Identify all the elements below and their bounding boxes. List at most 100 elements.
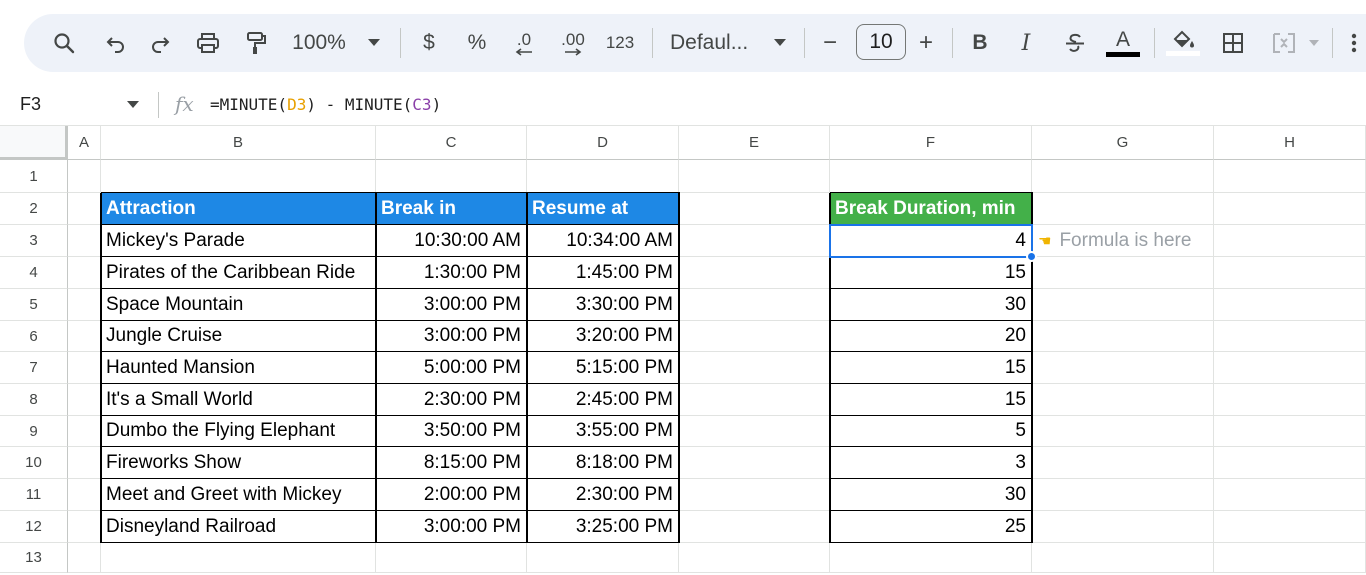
empty-cell[interactable]: [68, 193, 101, 225]
column-header-e[interactable]: E: [679, 126, 830, 160]
empty-cell[interactable]: [830, 160, 1032, 193]
empty-cell[interactable]: [1032, 384, 1214, 416]
decrease-decimal-button[interactable]: .0: [506, 14, 542, 72]
attraction-cell[interactable]: Space Mountain: [101, 289, 376, 321]
empty-cell[interactable]: [1032, 289, 1214, 321]
empty-cell[interactable]: [527, 160, 679, 193]
select-all-corner[interactable]: [0, 126, 68, 160]
zoom-select[interactable]: 100%: [286, 14, 352, 72]
resume-at-cell[interactable]: 1:45:00 PM: [527, 257, 679, 289]
text-color-button[interactable]: A: [1106, 14, 1140, 72]
attraction-cell[interactable]: Jungle Cruise: [101, 321, 376, 352]
empty-cell[interactable]: [1214, 160, 1366, 193]
empty-cell[interactable]: [1214, 543, 1366, 573]
empty-cell[interactable]: [1214, 289, 1366, 321]
increase-decimal-button[interactable]: .00: [554, 14, 592, 72]
column-header-b[interactable]: B: [101, 126, 376, 160]
merge-cells-icon[interactable]: [1266, 14, 1302, 72]
row-header-12[interactable]: 12: [0, 511, 68, 543]
empty-cell[interactable]: [679, 225, 830, 257]
empty-cell[interactable]: [679, 384, 830, 416]
empty-cell[interactable]: [68, 384, 101, 416]
empty-cell[interactable]: [1032, 479, 1214, 511]
duration-cell[interactable]: 15: [830, 257, 1032, 289]
empty-cell[interactable]: [679, 352, 830, 384]
empty-cell[interactable]: [1214, 511, 1366, 543]
row-header-5[interactable]: 5: [0, 289, 68, 321]
search-menus-icon[interactable]: [46, 14, 82, 72]
empty-cell[interactable]: [679, 447, 830, 479]
column-header-a[interactable]: A: [68, 126, 101, 160]
empty-cell[interactable]: [679, 511, 830, 543]
empty-cell[interactable]: [1214, 225, 1366, 257]
print-icon[interactable]: [190, 14, 226, 72]
resume-at-cell[interactable]: 3:55:00 PM: [527, 416, 679, 447]
empty-cell[interactable]: [1214, 193, 1366, 225]
redo-icon[interactable]: [142, 14, 178, 72]
font-size-input[interactable]: 10: [856, 24, 906, 60]
row-header-3[interactable]: 3: [0, 225, 68, 257]
column-header-c[interactable]: C: [376, 126, 527, 160]
empty-cell[interactable]: [1214, 447, 1366, 479]
empty-cell[interactable]: [1214, 321, 1366, 352]
fill-handle[interactable]: [1026, 251, 1037, 262]
empty-cell[interactable]: [1032, 511, 1214, 543]
break-in-cell[interactable]: 1:30:00 PM: [376, 257, 527, 289]
row-header-6[interactable]: 6: [0, 321, 68, 352]
resume-at-cell[interactable]: 2:30:00 PM: [527, 479, 679, 511]
empty-cell[interactable]: [679, 479, 830, 511]
empty-cell[interactable]: [68, 321, 101, 352]
column-header-g[interactable]: G: [1032, 126, 1214, 160]
column-header-d[interactable]: D: [527, 126, 679, 160]
empty-cell[interactable]: [679, 321, 830, 352]
font-dropdown-icon[interactable]: [770, 14, 790, 72]
more-options-icon[interactable]: [1346, 14, 1362, 72]
break-in-cell[interactable]: 3:00:00 PM: [376, 289, 527, 321]
bold-button[interactable]: B: [968, 14, 992, 72]
empty-cell[interactable]: [1032, 447, 1214, 479]
duration-cell[interactable]: 30: [830, 289, 1032, 321]
borders-icon[interactable]: [1216, 14, 1250, 72]
formula-input[interactable]: =MINUTE(D3) - MINUTE(C3): [210, 95, 441, 114]
empty-cell[interactable]: [679, 416, 830, 447]
resume-at-cell[interactable]: 5:15:00 PM: [527, 352, 679, 384]
empty-cell[interactable]: [1032, 160, 1214, 193]
resume-at-cell[interactable]: 2:45:00 PM: [527, 384, 679, 416]
attraction-cell[interactable]: Haunted Mansion: [101, 352, 376, 384]
empty-cell[interactable]: [1032, 416, 1214, 447]
header-break-duration[interactable]: Break Duration, min: [830, 193, 1032, 225]
row-header-10[interactable]: 10: [0, 447, 68, 479]
resume-at-cell[interactable]: 10:34:00 AM: [527, 225, 679, 257]
empty-cell[interactable]: [679, 193, 830, 225]
row-header-1[interactable]: 1: [0, 160, 68, 193]
empty-cell[interactable]: [68, 352, 101, 384]
empty-cell[interactable]: [679, 289, 830, 321]
break-in-cell[interactable]: 3:50:00 PM: [376, 416, 527, 447]
column-header-h[interactable]: H: [1214, 126, 1366, 160]
name-box-dropdown-icon[interactable]: [127, 101, 139, 108]
resume-at-cell[interactable]: 3:25:00 PM: [527, 511, 679, 543]
empty-cell[interactable]: [101, 160, 376, 193]
empty-cell[interactable]: [68, 479, 101, 511]
empty-cell[interactable]: [1214, 384, 1366, 416]
empty-cell[interactable]: [830, 543, 1032, 573]
empty-cell[interactable]: [68, 289, 101, 321]
empty-cell[interactable]: [1032, 193, 1214, 225]
attraction-cell[interactable]: Dumbo the Flying Elephant: [101, 416, 376, 447]
empty-cell[interactable]: [376, 543, 527, 573]
empty-cell[interactable]: [1214, 479, 1366, 511]
empty-cell[interactable]: [68, 416, 101, 447]
increase-font-size-button[interactable]: +: [914, 14, 938, 72]
row-header-9[interactable]: 9: [0, 416, 68, 447]
header-attraction[interactable]: Attraction: [101, 193, 376, 225]
more-formats-button[interactable]: 123: [602, 14, 638, 72]
empty-cell[interactable]: [1214, 352, 1366, 384]
zoom-dropdown-icon[interactable]: [364, 14, 384, 72]
duration-cell[interactable]: 25: [830, 511, 1032, 543]
break-in-cell[interactable]: 8:15:00 PM: [376, 447, 527, 479]
empty-cell[interactable]: [68, 447, 101, 479]
name-box[interactable]: F3: [20, 94, 41, 115]
empty-cell[interactable]: [679, 543, 830, 573]
empty-cell[interactable]: [1032, 352, 1214, 384]
row-header-11[interactable]: 11: [0, 479, 68, 511]
